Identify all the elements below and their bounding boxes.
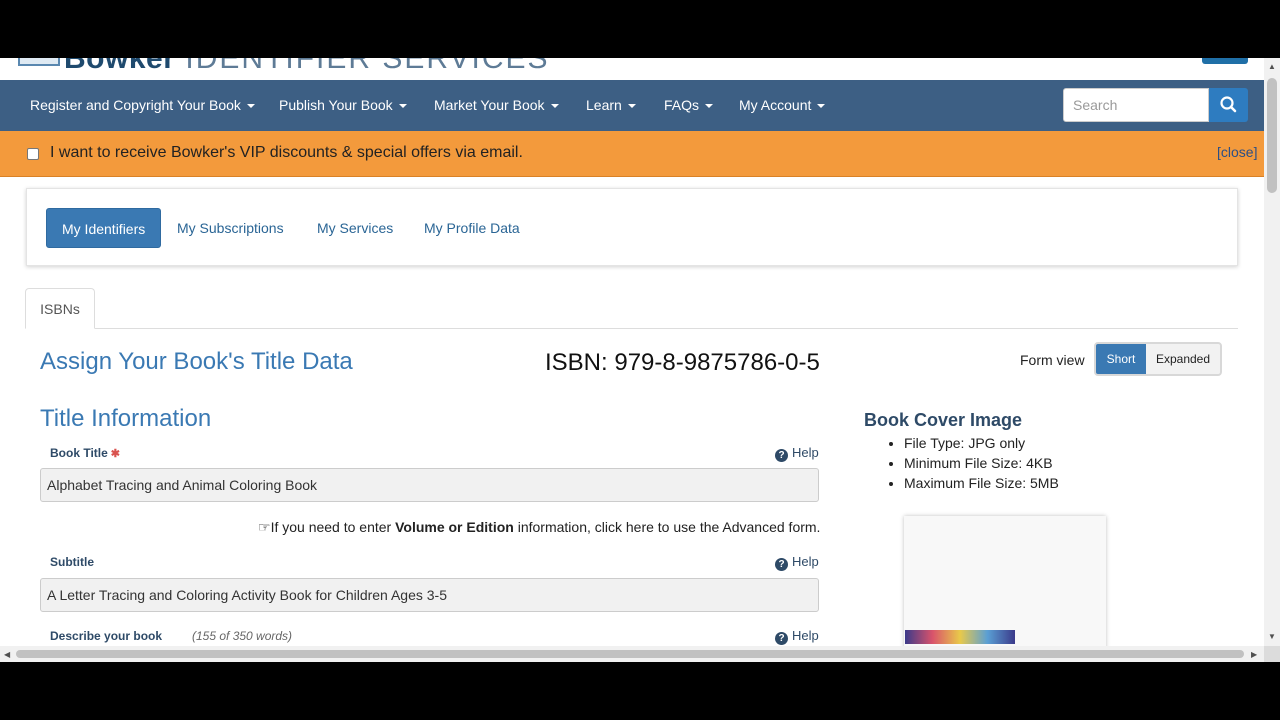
scroll-up-icon[interactable]: ▲ bbox=[1268, 62, 1276, 71]
tabs-divider bbox=[26, 328, 1238, 329]
vip-offer-text: I want to receive Bowker's VIP discounts… bbox=[50, 144, 523, 161]
logo-icon bbox=[18, 58, 60, 66]
caret-down-icon bbox=[817, 104, 826, 109]
advanced-note-bold: Volume or Edition bbox=[395, 519, 514, 535]
question-circle-icon: ? bbox=[775, 558, 788, 571]
nav-label: Register and Copyright Your Book bbox=[30, 97, 241, 113]
book-title-label: Book Title ✱ bbox=[50, 446, 120, 460]
caret-down-icon bbox=[246, 104, 255, 109]
nav-item-register[interactable]: Register and Copyright Your Book bbox=[30, 80, 255, 131]
tab-isbns[interactable]: ISBNs bbox=[25, 288, 95, 329]
nav-label: Market Your Book bbox=[434, 97, 545, 113]
advanced-note-suffix: information, click here to use the Advan… bbox=[513, 519, 821, 535]
caret-down-icon bbox=[705, 104, 714, 109]
advanced-note-prefix: If you need to enter bbox=[270, 519, 396, 535]
nav-label: Learn bbox=[586, 97, 622, 113]
caret-down-icon bbox=[398, 104, 407, 109]
tab-my-services[interactable]: My Services bbox=[317, 208, 393, 248]
vip-offer-banner: I want to receive Bowker's VIP discounts… bbox=[0, 131, 1264, 177]
list-item: Maximum File Size: 5MB bbox=[904, 473, 1059, 493]
nav-item-publish[interactable]: Publish Your Book bbox=[279, 80, 407, 131]
account-tabs-card: My Identifiers My Subscriptions My Servi… bbox=[26, 188, 1238, 266]
nav-label: My Account bbox=[739, 97, 812, 113]
question-circle-icon: ? bbox=[775, 449, 788, 462]
tab-my-subscriptions[interactable]: My Subscriptions bbox=[177, 208, 284, 248]
vertical-scrollbar[interactable]: ▲ ▼ bbox=[1264, 58, 1280, 646]
page-title: Assign Your Book's Title Data bbox=[40, 348, 353, 375]
scrollbar-corner bbox=[1264, 646, 1280, 662]
caret-down-icon bbox=[627, 104, 636, 109]
form-view-short-button[interactable]: Short bbox=[1096, 344, 1146, 374]
required-asterisk-icon: ✱ bbox=[110, 448, 121, 460]
banner-close-link[interactable]: [close] bbox=[1217, 144, 1257, 160]
main-nav: Register and Copyright Your Book Publish… bbox=[0, 80, 1264, 131]
header-button[interactable] bbox=[1202, 58, 1248, 64]
question-circle-icon: ? bbox=[775, 632, 788, 645]
cover-requirements-list: File Type: JPG only Minimum File Size: 4… bbox=[886, 433, 1059, 493]
list-item: Minimum File Size: 4KB bbox=[904, 453, 1059, 473]
help-label: Help bbox=[792, 445, 819, 460]
subtitle-label: Subtitle bbox=[50, 555, 94, 569]
logo[interactable]: Bowker IDENTIFIER SERVICES bbox=[64, 58, 550, 76]
tab-my-identifiers[interactable]: My Identifiers bbox=[46, 208, 162, 248]
search-icon bbox=[1220, 96, 1237, 113]
site-header: Bowker IDENTIFIER SERVICES bbox=[0, 58, 1264, 80]
form-view-toggle: Short Expanded bbox=[1094, 342, 1222, 376]
tab-my-profile-data[interactable]: My Profile Data bbox=[424, 208, 520, 248]
scroll-right-icon[interactable]: ▶ bbox=[1251, 650, 1257, 659]
advanced-form-link[interactable]: ☞If you need to enter Volume or Edition … bbox=[258, 519, 820, 536]
subtitle-field[interactable]: A Letter Tracing and Coloring Activity B… bbox=[40, 578, 819, 612]
scroll-left-icon[interactable]: ◀ bbox=[4, 650, 10, 659]
describe-book-label: Describe your book bbox=[50, 629, 163, 643]
book-title-help-link[interactable]: ? Help bbox=[775, 445, 819, 462]
form-view-expanded-button[interactable]: Expanded bbox=[1146, 344, 1220, 374]
vip-offer-checkbox[interactable] bbox=[27, 148, 39, 160]
logo-text: Bowker bbox=[64, 58, 176, 75]
subtitle-help-link[interactable]: ? Help bbox=[775, 554, 819, 571]
logo-subtext: IDENTIFIER SERVICES bbox=[185, 58, 550, 75]
nav-item-learn[interactable]: Learn bbox=[586, 80, 636, 131]
help-label: Help bbox=[792, 554, 819, 569]
word-count: (155 of 350 words) bbox=[192, 629, 293, 643]
pointing-hand-icon: ☞ bbox=[258, 519, 271, 535]
title-information-heading: Title Information bbox=[40, 405, 212, 432]
horizontal-scroll-thumb[interactable] bbox=[16, 650, 1244, 658]
book-cover-heading: Book Cover Image bbox=[864, 410, 1023, 430]
caret-down-icon bbox=[550, 104, 559, 109]
nav-item-my-account[interactable]: My Account bbox=[739, 80, 826, 131]
nav-label: Publish Your Book bbox=[279, 97, 393, 113]
book-title-field[interactable]: Alphabet Tracing and Animal Coloring Boo… bbox=[40, 468, 819, 502]
nav-item-faqs[interactable]: FAQs bbox=[664, 80, 714, 131]
describe-help-link[interactable]: ? Help bbox=[775, 628, 819, 645]
nav-item-market[interactable]: Market Your Book bbox=[434, 80, 559, 131]
search-button[interactable] bbox=[1209, 88, 1248, 122]
horizontal-scrollbar[interactable]: ◀ ▶ bbox=[0, 646, 1264, 662]
list-item: File Type: JPG only bbox=[904, 433, 1059, 453]
isbn-number: ISBN: 979-8-9875786-0-5 bbox=[545, 349, 820, 376]
vertical-scroll-thumb[interactable] bbox=[1267, 78, 1277, 193]
form-view-label: Form view bbox=[1020, 352, 1085, 368]
book-title-label-text: Book Title bbox=[50, 446, 108, 460]
scroll-down-icon[interactable]: ▼ bbox=[1268, 632, 1276, 641]
nav-label: FAQs bbox=[664, 97, 700, 113]
browser-viewport: Bowker IDENTIFIER SERVICES Register and C… bbox=[0, 58, 1280, 662]
help-label: Help bbox=[792, 628, 819, 643]
search-input[interactable] bbox=[1063, 88, 1209, 122]
cover-art-strip bbox=[905, 630, 1015, 644]
